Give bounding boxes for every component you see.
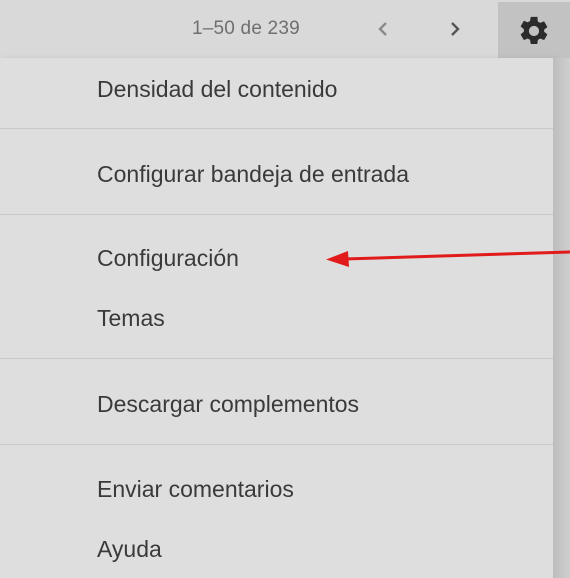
menu-item-label: Descargar complementos xyxy=(97,391,360,417)
menu-shadow xyxy=(553,58,570,578)
pagination-toolbar: 1–50 de 239 xyxy=(0,0,570,58)
menu-divider xyxy=(0,128,553,129)
menu-item-get-addons[interactable]: Descargar complementos xyxy=(0,379,553,427)
red-arrow-annotation xyxy=(326,250,570,267)
menu-item-label: Densidad del contenido xyxy=(97,76,338,102)
chevron-right-icon xyxy=(451,22,460,36)
page-range-text: 1–50 de 239 xyxy=(192,18,300,39)
settings-button[interactable] xyxy=(498,2,570,60)
menu-item-themes[interactable]: Temas xyxy=(0,293,553,341)
menu-divider xyxy=(0,358,553,359)
menu-divider xyxy=(0,444,553,445)
menu-divider xyxy=(0,214,553,215)
previous-page-button[interactable] xyxy=(368,14,398,44)
menu-item-label: Configurar bandeja de entrada xyxy=(97,161,410,187)
menu-item-content-density[interactable]: Densidad del contenido xyxy=(0,64,553,112)
menu-item-help[interactable]: Ayuda xyxy=(0,524,553,572)
menu-item-label: Enviar comentarios xyxy=(97,476,294,502)
menu-item-label: Ayuda xyxy=(97,536,162,562)
menu-item-configure-inbox[interactable]: Configurar bandeja de entrada xyxy=(0,149,553,197)
chevron-left-icon xyxy=(378,22,387,36)
next-page-button[interactable] xyxy=(440,14,470,44)
gear-icon xyxy=(520,16,548,45)
menu-item-label: Temas xyxy=(97,305,165,331)
menu-item-label: Configuración xyxy=(97,245,239,271)
menu-item-send-feedback[interactable]: Enviar comentarios xyxy=(0,464,553,512)
